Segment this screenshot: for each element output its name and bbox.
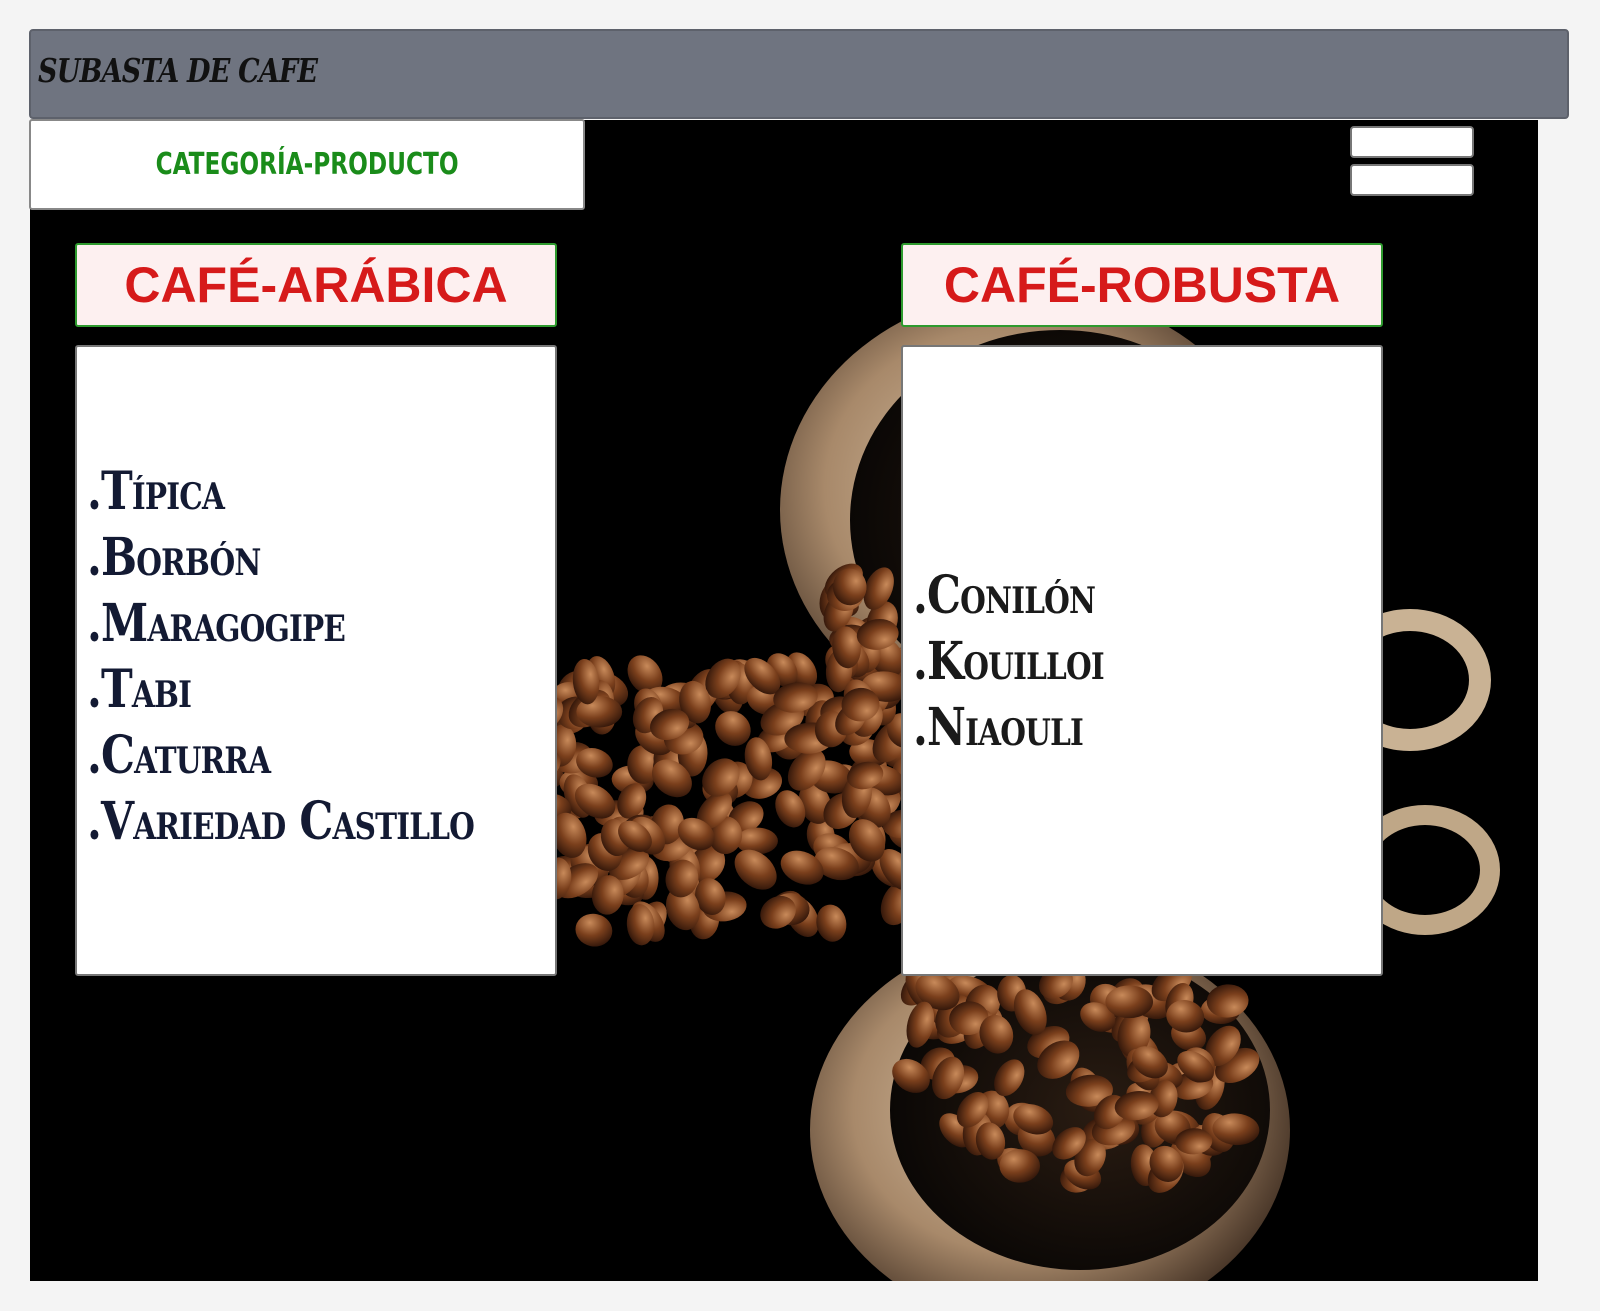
category-product-button[interactable]: CATEGORÍA-PRODUCTO — [29, 119, 585, 210]
list-item: .Caturra — [87, 725, 271, 786]
app-header: SUBASTA DE CAFE — [29, 29, 1569, 119]
hamburger-menu-icon[interactable] — [1350, 126, 1474, 196]
robusta-header[interactable]: CAFÉ-ROBUSTA — [901, 243, 1383, 327]
list-item: .Maragogipe — [87, 593, 346, 654]
arabica-list: .Típica .Borbón .Maragogipe .Tabi .Catur… — [87, 459, 559, 855]
arabica-header[interactable]: CAFÉ-ARÁBICA — [75, 243, 557, 327]
list-item: .Borbón — [87, 527, 261, 588]
app-title: SUBASTA DE CAFE — [38, 51, 318, 90]
category-product-label: CATEGORÍA-PRODUCTO — [155, 147, 459, 182]
list-item: .Típica — [87, 461, 225, 522]
robusta-title: CAFÉ-ROBUSTA — [943, 257, 1341, 313]
list-item: .Kouilloi — [913, 631, 1105, 692]
list-item: .Variedad Castillo — [87, 791, 475, 852]
list-item: .Tabi — [87, 659, 192, 720]
list-item: .Conilón — [913, 565, 1096, 626]
menu-bar-top — [1350, 126, 1474, 158]
arabica-list-box: .Típica .Borbón .Maragogipe .Tabi .Catur… — [75, 345, 557, 976]
list-item: .Niaouli — [913, 697, 1084, 758]
robusta-list-box: .Conilón .Kouilloi .Niaouli — [901, 345, 1383, 976]
robusta-list: .Conilón .Kouilloi .Niaouli — [913, 563, 1146, 761]
menu-bar-bottom — [1350, 164, 1474, 196]
arabica-title: CAFÉ-ARÁBICA — [124, 257, 508, 313]
